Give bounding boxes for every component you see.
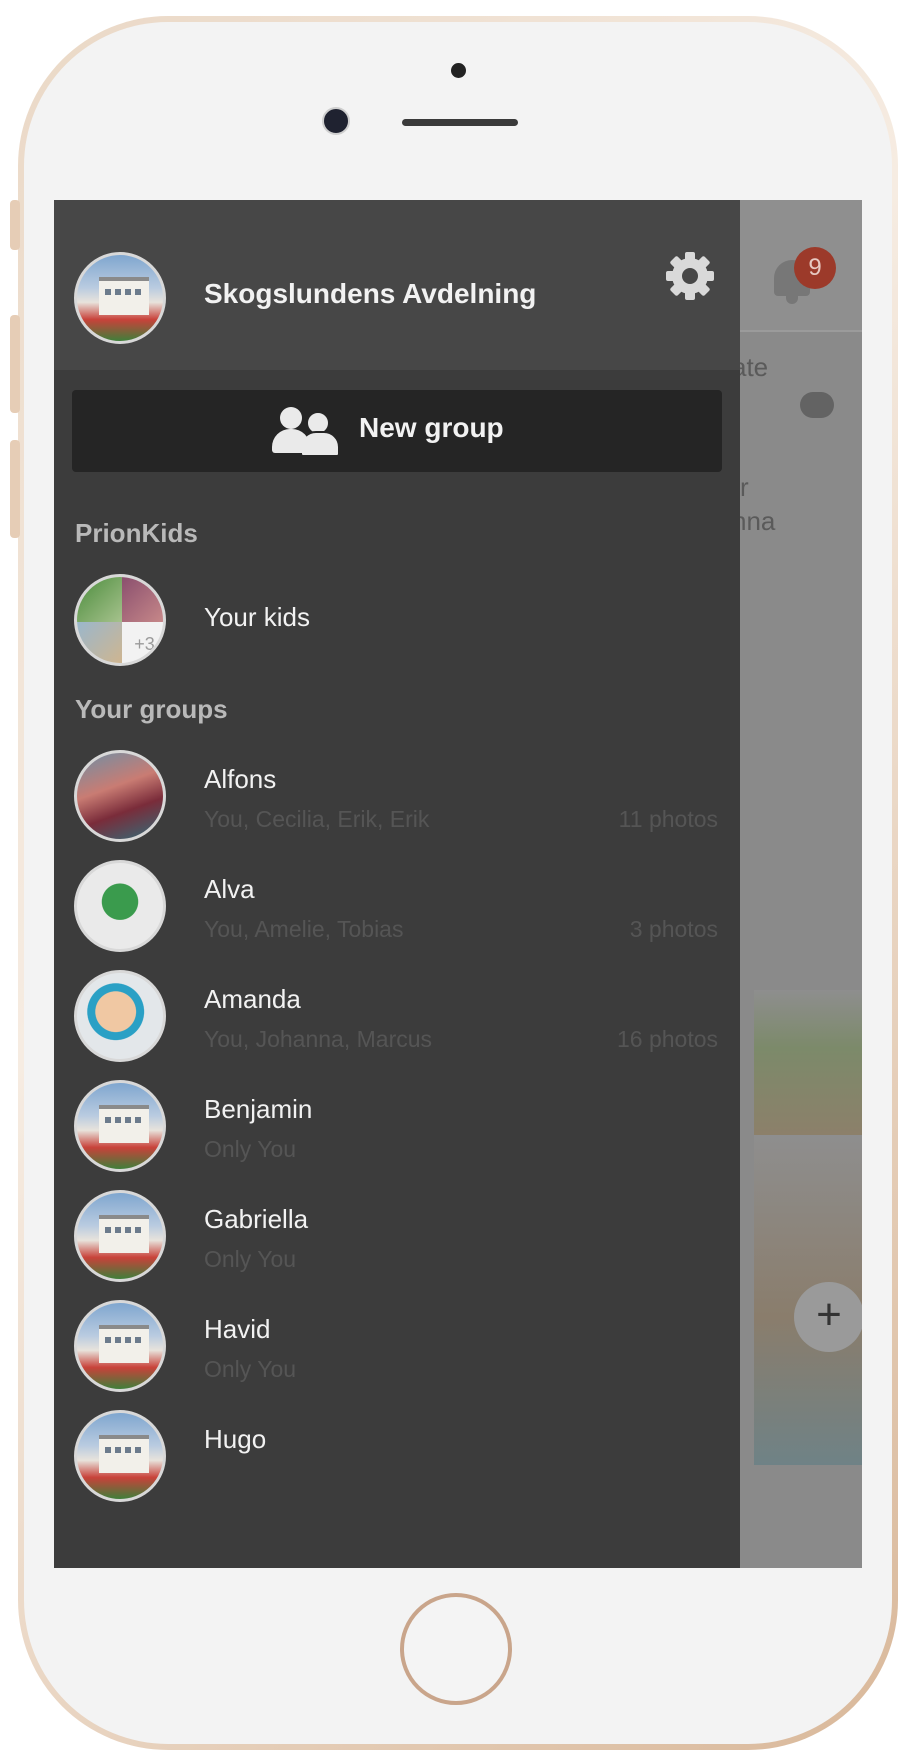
group-avatar bbox=[74, 1410, 166, 1502]
new-group-label: New group bbox=[359, 412, 504, 443]
group-name: Alva bbox=[204, 874, 255, 904]
notification-badge: 9 bbox=[794, 247, 836, 289]
group-members: Only You bbox=[204, 1136, 297, 1162]
new-group-button[interactable]: New group bbox=[72, 390, 722, 472]
section-header-your-groups: Your groups bbox=[75, 694, 228, 724]
group-avatar bbox=[74, 970, 166, 1062]
group-name: Benjamin bbox=[204, 1094, 313, 1124]
group-name: Gabriella bbox=[204, 1204, 309, 1234]
people-icon bbox=[272, 407, 340, 457]
background-photo bbox=[754, 990, 862, 1135]
proximity-sensor bbox=[451, 63, 466, 78]
gear-icon[interactable] bbox=[666, 252, 714, 300]
mute-switch bbox=[10, 200, 20, 250]
group-members: You, Cecilia, Erik, Erik bbox=[204, 806, 430, 832]
navigation-drawer: Skogslundens Avdelning New group PrionKi… bbox=[54, 200, 740, 1568]
group-name: Havid bbox=[204, 1314, 271, 1344]
front-camera bbox=[322, 107, 350, 135]
section-header-prionkids: PrionKids bbox=[75, 518, 198, 548]
group-members: You, Johanna, Marcus bbox=[204, 1026, 433, 1052]
volume-down-button bbox=[10, 440, 20, 538]
screen: 9 ate r nna + Skogslundens Avdelning New… bbox=[54, 200, 862, 1568]
group-name: Hugo bbox=[204, 1424, 267, 1454]
drawer-header: Skogslundens Avdelning bbox=[54, 200, 740, 370]
extra-kids-count: +3 bbox=[122, 622, 163, 663]
group-photo-count: 3 photos bbox=[629, 916, 718, 942]
group-name: Alfons bbox=[204, 764, 277, 794]
kids-collage-avatar: +3 bbox=[74, 574, 166, 666]
volume-up-button bbox=[10, 315, 20, 413]
group-members: You, Amelie, Tobias bbox=[204, 916, 404, 942]
group-photo-count: 11 photos bbox=[618, 806, 718, 832]
home-button[interactable] bbox=[400, 1593, 512, 1705]
group-avatar bbox=[74, 1300, 166, 1392]
group-photo-count: 16 photos bbox=[616, 1026, 718, 1052]
group-avatar bbox=[74, 1190, 166, 1282]
chat-icon[interactable] bbox=[800, 392, 834, 418]
group-members: Only You bbox=[204, 1246, 297, 1272]
group-avatar bbox=[74, 750, 166, 842]
your-kids-label: Your kids bbox=[204, 602, 310, 632]
background-text-partial: r bbox=[740, 472, 749, 502]
group-avatar bbox=[74, 860, 166, 952]
add-button[interactable]: + bbox=[794, 1282, 862, 1352]
current-group-name[interactable]: Skogslundens Avdelning bbox=[204, 278, 536, 310]
earpiece-speaker bbox=[402, 119, 518, 126]
group-name: Amanda bbox=[204, 984, 301, 1014]
group-members: Only You bbox=[204, 1356, 297, 1382]
group-avatar[interactable] bbox=[74, 252, 166, 344]
group-avatar bbox=[74, 1080, 166, 1172]
